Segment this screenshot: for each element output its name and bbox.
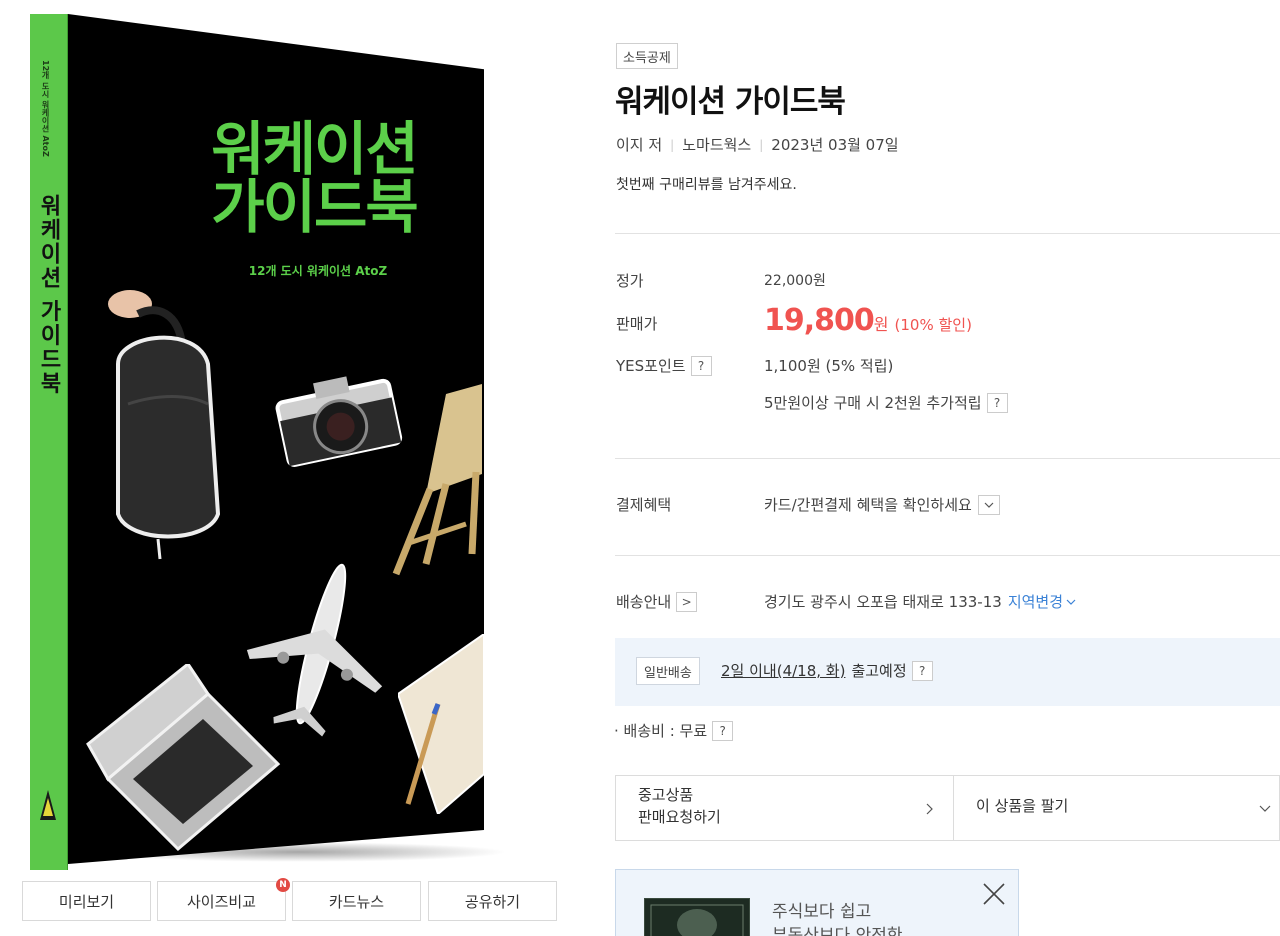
sell-this-product-dropdown[interactable]: 이 상품을 팔기 — [954, 776, 1279, 840]
divider — [615, 233, 1280, 234]
spine-subtitle: 12개 도시 워케이션 AtoZ — [41, 60, 50, 157]
divider: | — [759, 137, 764, 152]
size-compare-button[interactable]: 사이즈비교 — [157, 881, 286, 921]
extra-point-row: 5만원이상 구매 시 2천원 추가적립 ? — [764, 392, 1008, 413]
point-label: YES포인트 — [616, 357, 686, 375]
list-price-value: 22,000원 — [764, 273, 826, 289]
chevron-down-icon[interactable] — [1066, 599, 1076, 605]
shipping-label-row: 배송안내 > — [616, 591, 698, 612]
extra-point-help-icon[interactable]: ? — [986, 392, 1008, 413]
promo-thumbnail — [644, 898, 750, 936]
used-line-1: 중고상품 — [638, 786, 694, 804]
used-product-box: 중고상품 판매요청하기 이 상품을 팔기 — [615, 775, 1280, 841]
divider — [615, 555, 1280, 556]
delivery-date-link[interactable]: 2일 이내(4/18, 화) — [721, 660, 845, 681]
cover-front: 워케이션 가이드북 12개 도시 워케이션 AtoZ — [68, 14, 484, 864]
sale-price-label: 판매가 — [616, 315, 658, 333]
payment-label: 결제혜택 — [616, 496, 672, 514]
preview-button[interactable]: 미리보기 — [22, 881, 151, 921]
shipping-label: 배송안내 — [616, 593, 672, 611]
promo-line-1: 주식보다 쉽고 — [772, 902, 872, 922]
point-value: 1,100원 (5% 적립) — [764, 357, 894, 375]
tax-deduction-tag: 소득공제 — [616, 43, 678, 69]
shipping-fee-help-icon[interactable]: ? — [712, 720, 734, 741]
used-sell-request-button[interactable]: 중고상품 판매요청하기 — [616, 776, 954, 840]
cover-title: 워케이션 가이드북 — [211, 115, 418, 241]
book-spine: 12개 도시 워케이션 AtoZ 워케이션 가이드북 — [30, 14, 68, 870]
notebook-icon — [398, 634, 484, 814]
chevron-down-icon — [1259, 805, 1271, 812]
camera-icon — [275, 376, 403, 467]
backpack-icon — [108, 290, 221, 560]
sell-label: 이 상품을 팔기 — [976, 797, 1069, 815]
chevron-right-icon — [926, 803, 933, 815]
shipping-fee-row: · 배송비 : 무료 ? — [614, 720, 734, 741]
publisher-logo-icon — [40, 790, 56, 820]
sale-price-amount: 19,800 — [764, 303, 875, 338]
promo-line-2: 부동산보다 안전한 — [772, 926, 903, 936]
shipping-address-row: 경기도 광주시 오포읍 태재로 133-13 지역변경 — [764, 591, 1076, 612]
cover-subtitle: 12개 도시 워케이션 AtoZ — [248, 264, 388, 278]
shipping-address: 경기도 광주시 오포읍 태재로 133-13 — [764, 593, 1002, 611]
divider: | — [670, 137, 675, 152]
point-help-icon[interactable]: ? — [690, 355, 712, 376]
list-price-label: 정가 — [616, 272, 644, 290]
extra-point-text: 5만원이상 구매 시 2천원 추가적립 — [764, 394, 982, 412]
payment-benefit-text: 카드/간편결제 혜택을 확인하세요 — [764, 496, 972, 514]
divider — [615, 458, 1280, 459]
delivery-estimate-band — [615, 638, 1280, 706]
chair-icon — [392, 384, 482, 576]
product-title: 워케이션 가이드북 — [615, 84, 846, 120]
new-badge: N — [276, 878, 290, 892]
publisher-link[interactable]: 노마드웍스 — [682, 134, 751, 155]
close-icon[interactable] — [982, 882, 1006, 906]
shipping-fee: · 배송비 : 무료 — [614, 722, 708, 740]
sale-price-unit: 원 — [873, 315, 889, 334]
discount-rate: (10% 할인) — [894, 316, 972, 334]
delivery-help-icon[interactable]: ? — [911, 660, 933, 681]
change-region-link[interactable]: 지역변경 — [1008, 591, 1063, 612]
review-prompt-link[interactable]: 첫번째 구매리뷰를 남겨주세요. — [616, 174, 797, 194]
author-link[interactable]: 이지 저 — [616, 134, 662, 155]
product-meta: 이지 저 | 노마드웍스 | 2023년 03월 07일 — [616, 134, 899, 155]
spine-title: 워케이션 가이드북 — [36, 194, 61, 396]
sale-price: 19,800 원 (10% 할인) — [764, 303, 972, 338]
delivery-suffix: 출고예정 — [851, 662, 907, 680]
card-news-button[interactable]: 카드뉴스 — [292, 881, 421, 921]
shipping-info-arrow-icon[interactable]: > — [676, 591, 698, 612]
standard-delivery-chip: 일반배송 — [636, 657, 700, 685]
share-button[interactable]: 공유하기 — [428, 881, 557, 921]
chevron-down-icon[interactable] — [977, 494, 1000, 515]
delivery-estimate: 2일 이내(4/18, 화) 출고예정 ? — [721, 660, 933, 681]
used-line-2: 판매요청하기 — [638, 808, 721, 826]
promo-banner[interactable]: 주식보다 쉽고 부동산보다 안전한 — [615, 869, 1019, 936]
payment-benefit-toggle[interactable]: 카드/간편결제 혜택을 확인하세요 — [764, 494, 1000, 515]
book-cover[interactable]: 12개 도시 워케이션 AtoZ 워케이션 가이드북 워케이션 가이드북 12개… — [28, 12, 508, 872]
point-label-row: YES포인트 ? — [616, 355, 712, 376]
laptop-icon — [86, 664, 281, 852]
publish-date: 2023년 03월 07일 — [771, 136, 899, 154]
